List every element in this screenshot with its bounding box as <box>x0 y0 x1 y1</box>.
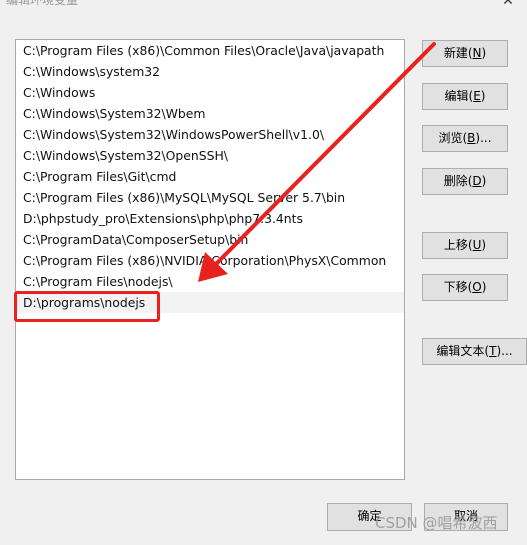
move-down-button-key: O <box>472 280 482 294</box>
edit-button-suffix: ) <box>480 89 486 103</box>
list-item[interactable]: C:\Program Files (x86)\Common Files\Orac… <box>16 40 404 61</box>
list-item[interactable]: D:\phpstudy_pro\Extensions\php\php7.3.4n… <box>16 208 404 229</box>
edit-text-button[interactable]: 编辑文本(T)... <box>422 338 527 365</box>
list-item[interactable]: C:\Program Files\Git\cmd <box>16 166 404 187</box>
move-down-button-label: 下移( <box>443 280 473 294</box>
new-button[interactable]: 新建(N) <box>422 40 508 67</box>
edit-button-key: E <box>473 89 481 103</box>
delete-button[interactable]: 删除(D) <box>422 168 508 195</box>
list-item[interactable]: C:\Program Files (x86)\MySQL\MySQL Serve… <box>16 187 404 208</box>
csdn-watermark: CSDN @唱希波西 <box>375 514 498 532</box>
edit-button-label: 编辑( <box>444 89 474 103</box>
path-list[interactable]: C:\Program Files (x86)\Common Files\Orac… <box>15 39 405 480</box>
move-up-button[interactable]: 上移(U) <box>422 232 508 259</box>
window-title: 编辑环境变量 <box>6 0 79 7</box>
move-up-button-label: 上移( <box>443 238 473 252</box>
edit-text-button-suffix: )... <box>496 344 513 358</box>
close-icon[interactable]: ✕ <box>499 0 517 9</box>
edit-text-button-label: 编辑文本( <box>436 344 490 358</box>
list-item[interactable]: C:\ProgramData\ComposerSetup\bin <box>16 229 404 250</box>
browse-button-suffix: )... <box>475 131 492 145</box>
new-button-suffix: ) <box>481 46 487 60</box>
list-item[interactable]: C:\Windows\System32\OpenSSH\ <box>16 145 404 166</box>
list-item[interactable]: C:\Program Files (x86)\NVIDIA Corporatio… <box>16 250 404 271</box>
delete-button-suffix: ) <box>481 174 487 188</box>
move-up-button-suffix: ) <box>481 238 487 252</box>
move-down-button[interactable]: 下移(O) <box>422 274 508 301</box>
move-down-button-suffix: ) <box>481 280 487 294</box>
list-item[interactable]: C:\Windows\system32 <box>16 61 404 82</box>
list-item-selected[interactable]: D:\programs\nodejs <box>16 292 404 313</box>
list-item[interactable]: C:\Windows\System32\WindowsPowerShell\v1… <box>16 124 404 145</box>
delete-button-key: D <box>472 174 482 188</box>
delete-button-label: 删除( <box>443 174 473 188</box>
list-item[interactable]: C:\Windows <box>16 82 404 103</box>
list-item[interactable]: C:\Program Files\nodejs\ <box>16 271 404 292</box>
browse-button[interactable]: 浏览(B)... <box>422 125 508 152</box>
list-item[interactable]: C:\Windows\System32\Wbem <box>16 103 404 124</box>
new-button-label: 新建( <box>443 46 473 60</box>
edit-button[interactable]: 编辑(E) <box>422 83 508 110</box>
browse-button-label: 浏览( <box>438 131 468 145</box>
